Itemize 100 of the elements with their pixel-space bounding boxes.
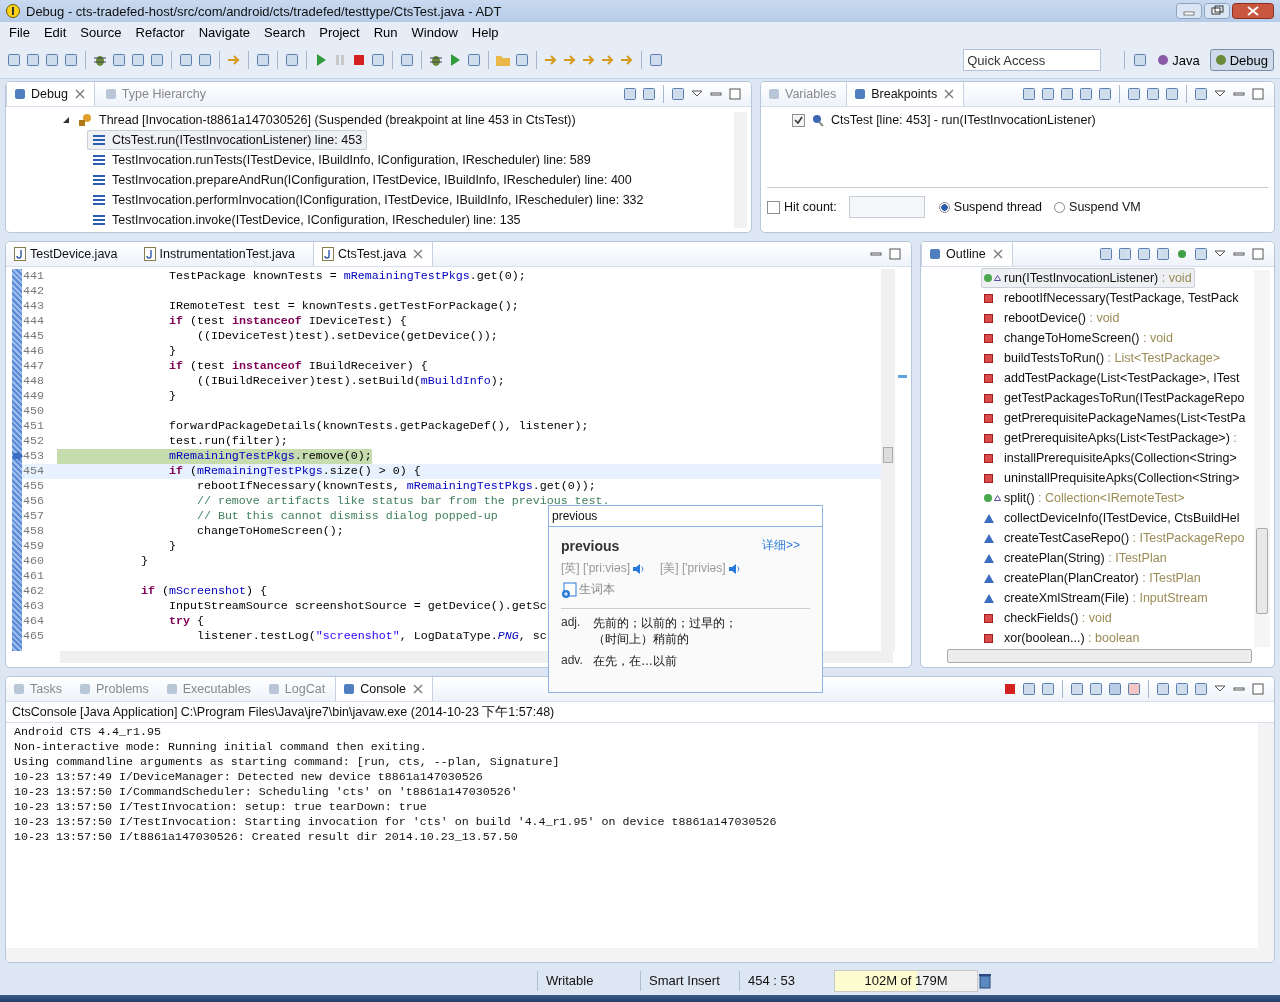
view-tab[interactable]: Variables	[761, 82, 844, 106]
details-link[interactable]: 详细>>	[762, 537, 800, 554]
menu-item[interactable]: Run	[366, 24, 405, 40]
view-tab[interactable]: Problems	[71, 677, 156, 701]
maximize-icon[interactable]	[1250, 681, 1266, 697]
menu-item[interactable]: Edit	[36, 24, 74, 40]
maximize-icon[interactable]	[1250, 246, 1266, 262]
outline-item[interactable]: run(ITestInvocationListener) : void	[981, 268, 1195, 288]
menu-item[interactable]: Source	[73, 24, 129, 40]
thread-label[interactable]: Thread [Invocation-t8861a147030526] (Suspended (breakpoint at line 453 in CtsTest))	[99, 110, 576, 130]
restore-icon[interactable]	[1204, 3, 1230, 19]
close-icon[interactable]	[1232, 3, 1274, 19]
console-line: Using commandline arguments as starting command: [run, cts, --plan, Signature]	[14, 755, 561, 770]
square-icon	[984, 613, 993, 623]
outline-item[interactable]: buildTestsToRun() : List<TestPackage>	[981, 348, 1224, 368]
outline-item[interactable]: getPrerequisiteApks(List<TestPackage>) :	[981, 428, 1240, 448]
java-file-icon	[14, 247, 26, 261]
stack-frame[interactable]: CtsTest.run(ITestInvocationListener) line: 453	[87, 130, 368, 150]
menu-item[interactable]: Refactor	[128, 24, 192, 40]
expand-caret-icon[interactable]	[61, 115, 71, 125]
code-line: rebootIfNecessary(knownTests, mRemainingTestPkgs.get(0));	[195, 479, 596, 494]
outline-item[interactable]: createXmlStream(File) : InputStream	[981, 588, 1211, 608]
scrollbar[interactable]	[881, 269, 895, 651]
outline-item[interactable]: uninstallPrequisiteApks(Collection<String>	[981, 468, 1243, 488]
outline-item[interactable]: createTestCaseRepo() : ITestPackageRepo	[981, 528, 1248, 548]
circle-icon	[984, 494, 992, 502]
breakpoint-icon	[811, 113, 825, 127]
menu-item[interactable]: File	[2, 24, 37, 40]
view-tab[interactable]: Outline	[921, 242, 1013, 266]
maximize-icon[interactable]	[887, 246, 903, 262]
outline-item[interactable]: rebootIfNecessary(TestPackage, TestPack	[981, 288, 1242, 308]
outline-item[interactable]: split() : Collection<IRemoteTest>	[981, 488, 1188, 508]
outline-item[interactable]: getTestPackagesToRun(ITestPackageRepo	[981, 388, 1248, 408]
speaker-icon[interactable]	[632, 562, 644, 575]
line-number: 460	[22, 554, 45, 569]
view-tab[interactable]: Console	[335, 677, 434, 701]
breakpoint-label[interactable]: CtsTest [line: 453] - run(ITestInvocationListener)	[831, 113, 1096, 127]
quick-access-field[interactable]: Quick Access	[963, 49, 1102, 71]
stack-frame-icon	[92, 155, 106, 165]
editor-tab[interactable]: CtsTest.java	[313, 242, 434, 266]
wordbook-button[interactable]: 生词本	[579, 581, 615, 598]
maximize-icon[interactable]	[1250, 86, 1266, 102]
console-line: 10-23 13:57:50 I/TestInvocation: Starting invocation for 'cts' on build '4.4_r1.95' on device t8861a147030526	[14, 815, 778, 830]
stop-icon[interactable]	[1002, 681, 1018, 697]
menu-item[interactable]: Navigate	[191, 24, 257, 40]
line-number: 465	[22, 629, 45, 644]
radio-label[interactable]: Suspend VM	[1069, 200, 1141, 214]
code-line: }	[167, 539, 176, 554]
outline-item[interactable]: checkFields() : void	[981, 608, 1115, 628]
outline-item[interactable]: installPrerequisiteApks(Collection<String>	[981, 448, 1240, 468]
line-number: 448	[22, 374, 45, 389]
stack-frame[interactable]: TestInvocation.runTests(ITestDevice, IBuildInfo, IConfiguration, IRescheduler) line: 589	[87, 150, 596, 170]
outline-item[interactable]: createPlan(PlanCreator) : ITestPlan	[981, 568, 1204, 588]
editor-tab[interactable]: InstrumentationTest.java	[135, 242, 311, 266]
console-line: 10-23 13:57:49 I/DeviceManager: Detected new device t8861a147030526	[14, 770, 484, 785]
radio-button[interactable]	[1054, 201, 1066, 213]
menu-item[interactable]: Window	[404, 24, 465, 40]
scrollbar[interactable]	[6, 948, 1274, 962]
heap-usage: 102M of 179M	[863, 972, 949, 990]
line-number: 457	[22, 509, 45, 524]
editor-tab[interactable]: TestDevice.java	[6, 242, 133, 266]
code-line: if (mRemainingTestPkgs.size() > 0) {	[167, 464, 421, 479]
view-tab[interactable]: Breakpoints	[846, 82, 965, 106]
radio-button[interactable]	[938, 201, 950, 213]
code-line: try {	[167, 614, 204, 629]
scrollbar[interactable]	[1258, 723, 1274, 948]
stack-frame[interactable]: TestInvocation.prepareAndRun(IConfiguration, ITestDevice, IBuildInfo, IRescheduler) line: 400	[87, 170, 637, 190]
outline-item[interactable]: rebootDevice() : void	[981, 308, 1123, 328]
outline-item[interactable]: getPrerequisitePackageNames(List<TestPa	[981, 408, 1249, 428]
definition: 先前的；以前的；过早的；（时间上）稍前的	[593, 615, 738, 647]
outline-item[interactable]: xor(boolean...) : boolean	[981, 628, 1143, 648]
pronunciation: [美] ['priviəs]	[660, 560, 726, 577]
console-line: 10-23 13:57:50 I/t8861a147030526: Created result dir 2014.10.23_13.57.50	[14, 830, 519, 845]
stack-frame[interactable]: TestInvocation.performInvocation(IConfiguration, ITestDevice, IBuildInfo, IRescheduler) line: 332	[87, 190, 649, 210]
radio-label[interactable]: Suspend thread	[953, 200, 1043, 214]
code-line: InputStreamSource screenshotSource = getDevice().getSc	[167, 599, 547, 614]
view-tab[interactable]: LogCat	[260, 677, 333, 701]
checkbox[interactable]	[767, 200, 780, 214]
console-line: Android CTS 4.4_r1.95	[14, 725, 162, 740]
view-tab[interactable]: Type Hierarchy	[97, 82, 213, 106]
add-wordbook-icon[interactable]	[561, 581, 577, 598]
speaker-icon[interactable]	[727, 562, 740, 575]
scrollbar[interactable]	[1254, 270, 1270, 647]
menu-item[interactable]: Help	[464, 24, 506, 40]
thread-icon	[77, 112, 93, 128]
perspective-button[interactable]: Debug	[1209, 49, 1274, 71]
stop-icon[interactable]	[351, 52, 367, 68]
trash-icon[interactable]	[978, 973, 992, 989]
outline-item[interactable]: createPlan(String) : ITestPlan	[981, 548, 1170, 568]
view-tab[interactable]: Debug	[6, 82, 95, 106]
perspective-button[interactable]: Java	[1152, 49, 1206, 71]
scrollbar[interactable]	[947, 649, 1252, 663]
menu-item[interactable]: Project	[312, 24, 367, 40]
menu-item[interactable]: Search	[257, 24, 313, 40]
maximize-icon[interactable]	[727, 86, 743, 102]
outline-item[interactable]: collectDeviceInfo(ITestDevice, CtsBuildHel	[981, 508, 1243, 528]
checkbox[interactable]	[792, 113, 805, 127]
stack-frame[interactable]: TestInvocation.invoke(ITestDevice, IConfiguration, IRescheduler) line: 135	[87, 210, 526, 230]
outline-item[interactable]: changeToHomeScreen() : void	[981, 328, 1176, 348]
outline-item[interactable]: addTestPackage(List<TestPackage>, ITest	[981, 368, 1243, 388]
